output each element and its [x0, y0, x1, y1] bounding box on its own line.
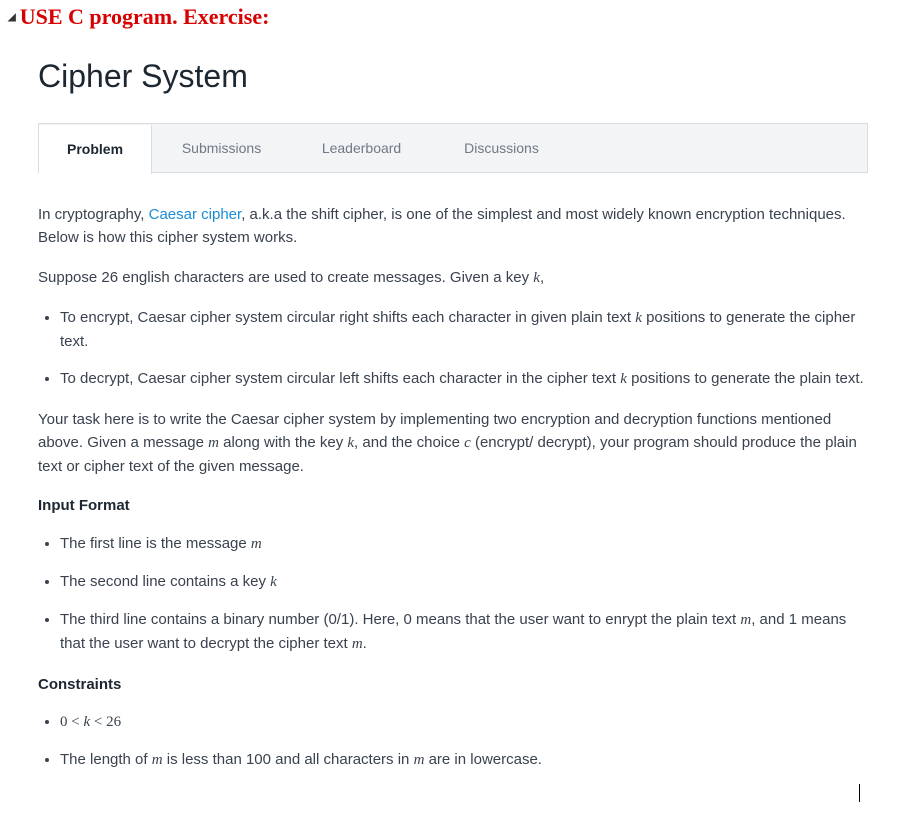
instruction-text: USE C program. Exercise: [20, 4, 270, 30]
var-k: k [270, 574, 277, 590]
var-m: m [740, 612, 751, 628]
var-k: k [620, 371, 627, 387]
input-line2: The second line contains a key k [60, 570, 868, 594]
suppose-paragraph: Suppose 26 english characters are used t… [38, 266, 868, 290]
intro-paragraph: In cryptography, Caesar cipher, a.k.a th… [38, 203, 868, 250]
content-wrap: Cipher System Problem Submissions Leader… [0, 34, 906, 808]
input-format-list: The first line is the message m The seco… [38, 532, 868, 657]
expand-toggle-icon[interactable]: ◢ [8, 12, 16, 23]
encrypt-bullet: To encrypt, Caesar cipher system circula… [60, 306, 868, 354]
tab-discussions[interactable]: Discussions [432, 124, 572, 172]
var-c: c [464, 435, 471, 451]
decrypt-bullet: To decrypt, Caesar cipher system circula… [60, 367, 868, 391]
var-m: m [152, 752, 163, 768]
input-line1: The first line is the message m [60, 532, 868, 556]
caesar-cipher-link[interactable]: Caesar cipher [149, 206, 242, 223]
input-format-heading: Input Format [38, 494, 868, 517]
math-k-range: 0 < k < 26 [60, 714, 121, 730]
constraint-k-range: 0 < k < 26 [60, 710, 868, 734]
page-title: Cipher System [38, 58, 868, 95]
tab-leaderboard[interactable]: Leaderboard [292, 124, 432, 172]
text-cursor-icon [859, 784, 860, 802]
constraint-length: The length of m is less than 100 and all… [60, 748, 868, 772]
var-k: k [635, 310, 642, 326]
var-m: m [208, 435, 219, 451]
task-paragraph: Your task here is to write the Caesar ci… [38, 408, 868, 479]
var-k: k [533, 270, 540, 286]
var-m: m [352, 636, 363, 652]
tab-submissions[interactable]: Submissions [152, 124, 292, 172]
instruction-bar: ◢ USE C program. Exercise: [0, 0, 906, 34]
tab-problem[interactable]: Problem [39, 125, 152, 174]
input-line3: The third line contains a binary number … [60, 608, 868, 657]
var-m: m [414, 752, 425, 768]
tab-bar: Problem Submissions Leaderboard Discussi… [38, 123, 868, 172]
constraints-list: 0 < k < 26 The length of m is less than … [38, 710, 868, 773]
operation-list: To encrypt, Caesar cipher system circula… [38, 306, 868, 392]
var-m: m [251, 536, 262, 552]
constraints-heading: Constraints [38, 673, 868, 696]
problem-body: In cryptography, Caesar cipher, a.k.a th… [38, 173, 868, 772]
